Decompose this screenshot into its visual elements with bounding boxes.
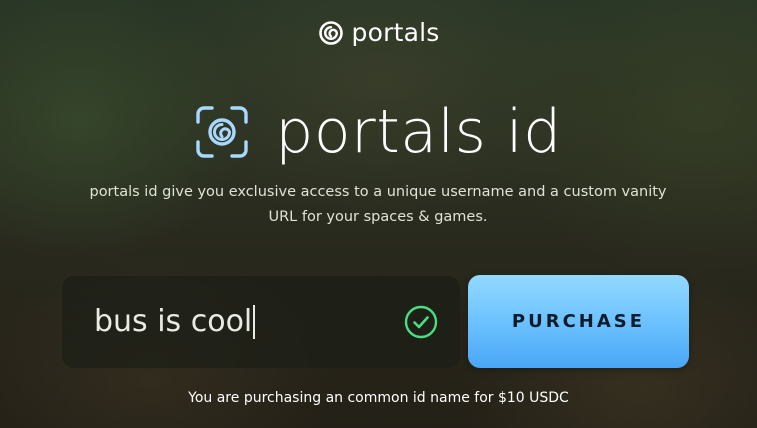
hero: portals id: [0, 96, 757, 168]
description-text: portals id give you exclusive access to …: [89, 184, 667, 225]
id-name-input-value: bus is cool: [94, 304, 253, 339]
purchase-button[interactable]: PURCHASE: [468, 275, 689, 368]
text-caret: [253, 305, 256, 339]
price-notice: You are purchasing an common id name for…: [188, 390, 569, 406]
check-circle-icon: [404, 305, 438, 339]
page-title: portals id: [275, 97, 562, 167]
brand-name: portals: [351, 18, 440, 47]
id-name-input-field[interactable]: bus is cool: [94, 300, 256, 344]
portals-swirl-icon: [318, 20, 343, 45]
brand-header[interactable]: portals: [0, 18, 757, 47]
id-name-input[interactable]: bus is cool: [62, 276, 460, 368]
portals-id-scan-icon: [196, 106, 248, 158]
